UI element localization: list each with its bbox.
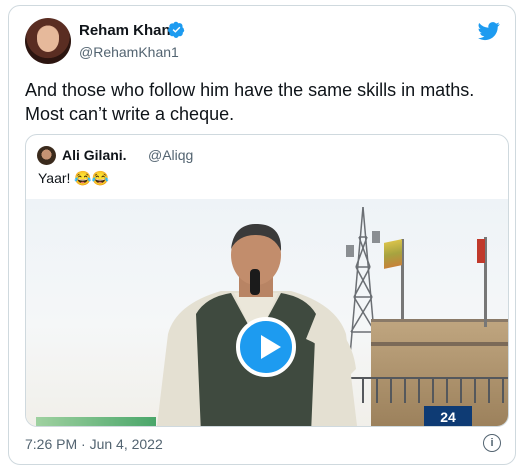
info-icon[interactable]: i <box>483 434 501 452</box>
tweet-text: And those who follow him have the same s… <box>25 80 475 124</box>
author-handle[interactable]: @RehamKhan1 <box>79 44 179 60</box>
verified-badge-icon <box>168 21 185 38</box>
flag-image <box>384 239 402 269</box>
author-avatar[interactable] <box>25 18 71 64</box>
quoted-author-name[interactable]: Ali Gilani. <box>62 147 127 163</box>
tweet-card[interactable]: Reham Khan @RehamKhan1 And those who fol… <box>8 5 516 465</box>
banner-strip <box>36 417 156 426</box>
twitter-bird-icon[interactable] <box>477 20 501 42</box>
play-icon[interactable] <box>236 317 296 377</box>
flag-image <box>477 239 485 263</box>
video-media[interactable]: 24 <box>26 199 508 426</box>
channel-logo: 24 <box>424 406 472 426</box>
quoted-tweet[interactable]: Ali Gilani. @Aliqg Yaar! 😂😂 24 <box>25 134 509 427</box>
quoted-tweet-text: Yaar! 😂😂 <box>38 170 110 186</box>
quoted-author-avatar[interactable] <box>37 146 56 165</box>
author-name[interactable]: Reham Khan <box>79 22 171 39</box>
tweet-timestamp[interactable]: 7:26 PM · Jun 4, 2022 <box>25 436 163 452</box>
quoted-author-handle[interactable]: @Aliqg <box>148 147 193 163</box>
